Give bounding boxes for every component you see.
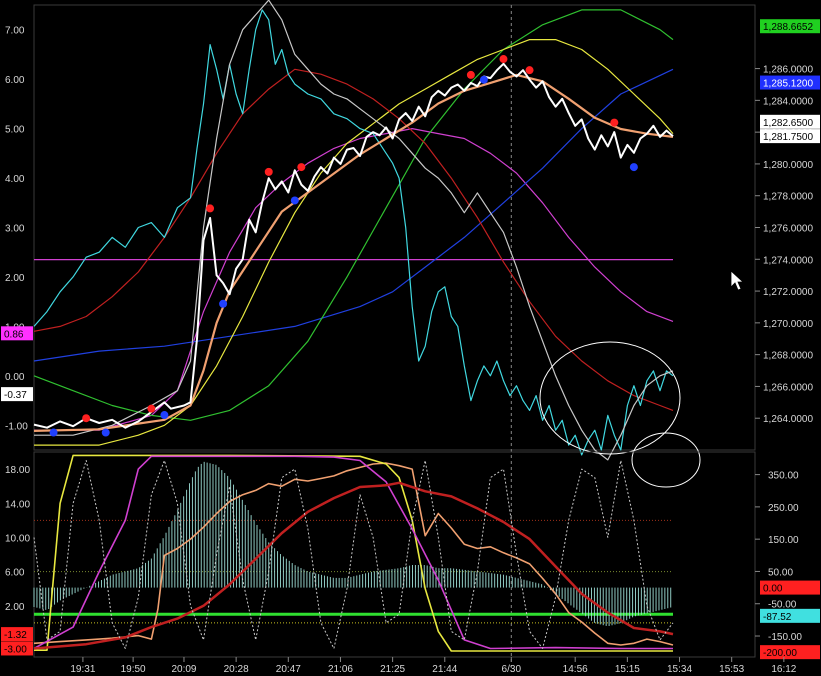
time-tick-label: 15:34	[667, 664, 692, 675]
pivot-marker	[82, 414, 91, 423]
right-tick-label: 1,264.0000	[763, 414, 813, 425]
right-tick-label: 1,280.0000	[763, 160, 813, 171]
left-tick-label: 18.00	[5, 465, 30, 476]
left-tick-label: 6.00	[5, 568, 25, 579]
left-value-badge-text: -1.32	[4, 630, 27, 641]
right-value-badge-text: 1,282.6500	[763, 118, 813, 129]
left-tick-label: 0.00	[5, 372, 25, 383]
right-tick-label: 1,286.0000	[763, 65, 813, 76]
pivot-marker	[479, 75, 488, 84]
left-tick-label: 10.00	[5, 533, 30, 544]
right-tick-label: 150.00	[768, 535, 799, 546]
left-tick-label: 2.00	[5, 602, 25, 613]
lower-right-value-badges: 0.00 -87.52 -200.00	[760, 580, 820, 660]
pivot-marker	[629, 163, 638, 172]
time-tick-label: 6/30	[502, 664, 522, 675]
right-tick-label: 1,268.0000	[763, 351, 813, 362]
pivot-marker	[49, 428, 58, 437]
right-value-badge: 1,282.6500	[760, 114, 820, 129]
right-value-badge-text: -87.52	[763, 612, 792, 623]
right-tick-label: 1,274.0000	[763, 255, 813, 266]
price-chart[interactable]: 7.006.005.004.003.002.001.000.00-1.00 1,…	[0, 0, 821, 676]
right-tick-label: 1,272.0000	[763, 287, 813, 298]
time-tick-label: 20:09	[171, 664, 196, 675]
right-tick-label: -150.00	[768, 632, 802, 643]
time-tick-label: 15:15	[615, 664, 640, 675]
right-value-badge-text: 1,285.1200	[763, 79, 813, 90]
time-tick-label: 19:31	[70, 664, 95, 675]
left-value-badge-text: -3.00	[4, 644, 27, 655]
left-value-badge: -1.32	[1, 627, 33, 642]
left-value-badge: -3.00	[1, 641, 33, 656]
left-tick-label: 14.00	[5, 499, 30, 510]
right-value-badge: 1,281.7500	[760, 129, 820, 144]
left-tick-label: 6.00	[5, 75, 25, 86]
pivot-marker	[219, 299, 228, 308]
right-value-badge: -200.00	[760, 645, 820, 660]
right-tick-label: 1,266.0000	[763, 382, 813, 393]
right-tick-label: 1,276.0000	[763, 224, 813, 235]
time-tick-label: 21:06	[328, 664, 353, 675]
left-tick-label: 2.00	[5, 273, 25, 284]
pivot-marker	[147, 404, 156, 413]
left-tick-label: -1.00	[5, 421, 28, 432]
left-value-badge: 0.86	[1, 326, 33, 341]
pivot-marker	[525, 66, 534, 75]
pivot-marker	[499, 55, 508, 64]
right-tick-label: 50.00	[768, 567, 793, 578]
time-tick-label: 14:56	[563, 664, 588, 675]
right-tick-label: 250.00	[768, 503, 799, 514]
left-tick-label: 3.00	[5, 224, 25, 235]
pivot-marker	[610, 118, 619, 127]
right-value-badge: 0.00	[760, 580, 820, 595]
left-tick-label: 5.00	[5, 125, 25, 136]
time-tick-label: 19:50	[121, 664, 146, 675]
pivot-marker	[290, 196, 299, 205]
time-tick-label: 20:47	[276, 664, 301, 675]
left-tick-label: 4.00	[5, 174, 25, 185]
pivot-marker	[160, 411, 169, 420]
right-value-badge: 1,285.1200	[760, 75, 820, 90]
right-value-badge-text: 0.00	[763, 584, 783, 595]
left-value-badge: -0.37	[1, 387, 33, 402]
right-value-badge-text: -200.00	[763, 648, 797, 659]
pivot-marker	[101, 428, 110, 437]
pivot-marker	[264, 167, 273, 176]
time-tick-label: 20:28	[224, 664, 249, 675]
left-value-badge-text: -0.37	[4, 390, 27, 401]
right-tick-label: 1,270.0000	[763, 319, 813, 330]
pivot-marker	[297, 163, 306, 172]
right-tick-label: 350.00	[768, 471, 799, 482]
left-tick-label: 7.00	[5, 26, 25, 37]
time-tick-label: 21:25	[380, 664, 405, 675]
time-tick-label: 15:53	[719, 664, 744, 675]
time-tick-label: 21:44	[432, 664, 457, 675]
right-tick-label: 1,278.0000	[763, 192, 813, 203]
right-value-badge-text: 1,281.7500	[763, 132, 813, 143]
right-value-badge: 1,288.6652	[760, 19, 820, 34]
pivot-marker	[466, 70, 475, 79]
time-tick-label: 16:12	[771, 664, 796, 675]
left-value-badge-text: 0.86	[4, 329, 24, 340]
right-tick-label: 1,284.0000	[763, 96, 813, 107]
pivot-marker	[206, 204, 215, 213]
right-value-badge-text: 1,288.6652	[763, 22, 813, 33]
right-value-badge: -87.52	[760, 608, 820, 623]
